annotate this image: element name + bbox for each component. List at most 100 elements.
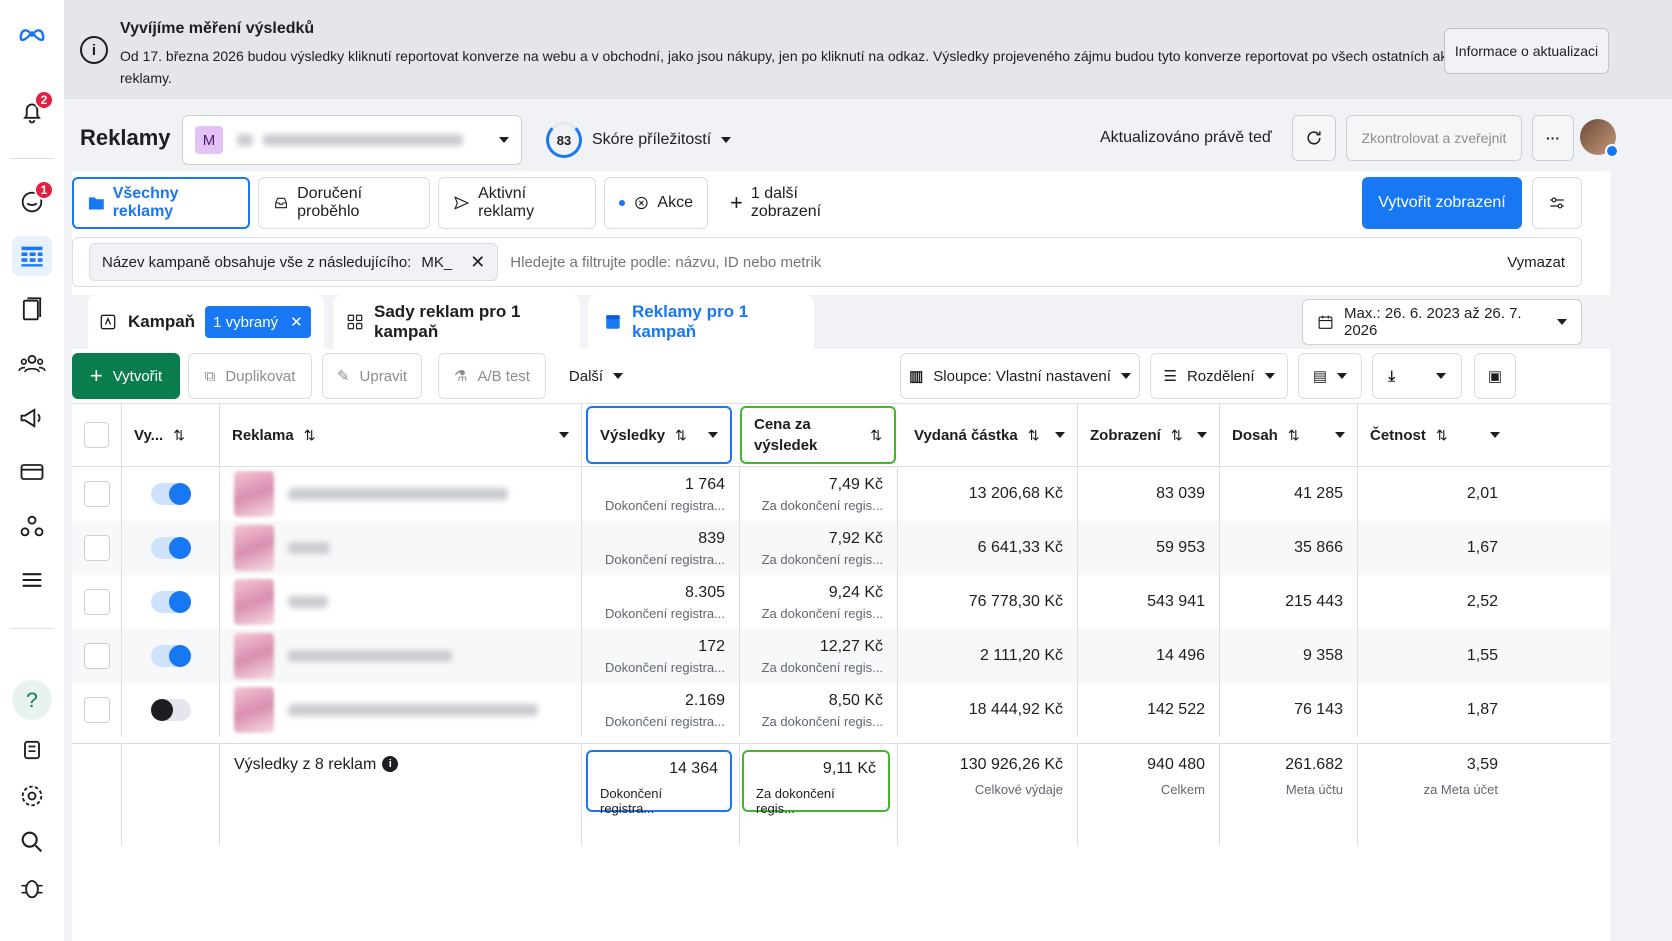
table-row[interactable]: 839 Dokončení registra... 7,92 Kč Za dokonč…: [72, 521, 1610, 575]
ad-name-blurred[interactable]: [288, 704, 538, 716]
chevron-down-icon[interactable]: [559, 432, 569, 438]
spent-value: 2 111,20 Kč: [979, 647, 1063, 664]
table-row[interactable]: 172 Dokončení registra... 12,27 Kč Za dokon…: [72, 629, 1610, 683]
chevron-down-icon[interactable]: [1197, 432, 1207, 438]
sort-icon[interactable]: ⇅: [173, 427, 185, 444]
update-info-button[interactable]: Informace o aktualizaci: [1444, 28, 1609, 74]
sort-icon[interactable]: ⇅: [1028, 427, 1040, 444]
amount-spent-column-header[interactable]: Vydaná částka ⇅: [902, 404, 1078, 466]
close-icon[interactable]: ✕: [470, 252, 485, 273]
duplicate-button[interactable]: ⧉ Duplikovat: [188, 353, 312, 399]
opportunity-score[interactable]: 83 Skóre příležitostí: [546, 117, 732, 163]
clear-filters-link[interactable]: Vymazat: [1507, 254, 1565, 271]
view-settings-button[interactable]: [1532, 177, 1582, 229]
info-icon[interactable]: i: [382, 756, 399, 772]
table-row[interactable]: 1 764 Dokončení registra... 7,49 Kč Za doko…: [72, 467, 1610, 521]
tab-more-views[interactable]: + 1 další zobrazení: [716, 177, 866, 229]
select-all-checkbox[interactable]: [84, 422, 109, 448]
more-actions-button[interactable]: Další: [558, 353, 634, 399]
ad-thumbnail[interactable]: [234, 471, 274, 517]
date-range-picker[interactable]: Max.: 26. 6. 2023 až 26. 7. 2026: [1302, 299, 1582, 345]
row-checkbox[interactable]: [83, 535, 110, 561]
row-checkbox[interactable]: [83, 481, 110, 507]
audiences-icon[interactable]: [12, 344, 52, 384]
refresh-button[interactable]: [1292, 115, 1336, 161]
menu-icon[interactable]: [12, 560, 52, 600]
ads-manager-table-icon[interactable]: [12, 236, 52, 276]
chevron-down-icon[interactable]: [1055, 432, 1065, 438]
business-network-icon[interactable]: [12, 506, 52, 546]
ad-name-blurred[interactable]: [288, 488, 508, 500]
row-checkbox[interactable]: [83, 697, 110, 723]
chevron-down-icon[interactable]: [1335, 432, 1345, 438]
reach-column-header[interactable]: Dosah ⇅: [1220, 404, 1358, 466]
ab-test-button[interactable]: ⚗ A/B test: [438, 353, 546, 399]
chevron-down-icon[interactable]: [708, 432, 718, 438]
tab-delivered[interactable]: Doručení proběhlo: [258, 177, 430, 229]
sort-icon[interactable]: ⇅: [304, 427, 316, 444]
chart-toggle-button[interactable]: ▣: [1474, 353, 1516, 399]
level-tab-ads[interactable]: Reklamy pro 1 kampaň: [588, 295, 814, 349]
account-selector[interactable]: M: [182, 115, 522, 165]
level-tab-adsets[interactable]: Sady reklam pro 1 kampaň: [334, 295, 580, 349]
impressions-column-header[interactable]: Zobrazení ⇅: [1078, 404, 1220, 466]
row-checkbox[interactable]: [83, 643, 110, 669]
table-row[interactable]: 8.305 Dokončení registra... 9,24 Kč Za doko…: [72, 575, 1610, 629]
create-view-button[interactable]: Vytvořit zobrazení: [1362, 177, 1522, 229]
cost-per-result-column-header[interactable]: Cena za výsledek ⇅: [740, 406, 896, 464]
export-button[interactable]: ⤓: [1372, 353, 1462, 399]
billing-card-icon[interactable]: [12, 452, 52, 492]
sort-icon[interactable]: ⇅: [870, 425, 882, 446]
delivery-toggle[interactable]: [150, 645, 191, 667]
level-tab-campaigns[interactable]: Kampaň 1 vybraný ✕: [88, 295, 324, 349]
close-icon[interactable]: ✕: [290, 313, 303, 331]
search-filter-input[interactable]: [510, 253, 1508, 271]
meta-logo-icon[interactable]: [12, 14, 52, 54]
delivery-toggle[interactable]: [150, 483, 191, 505]
tab-active-ads[interactable]: Aktivní reklamy: [438, 177, 596, 229]
reports-icon[interactable]: [12, 730, 52, 770]
results-column-header[interactable]: Výsledky ⇅: [586, 406, 732, 464]
help-icon[interactable]: ?: [12, 680, 52, 720]
frequency-column-header[interactable]: Četnost ⇅: [1358, 404, 1512, 466]
messages-icon[interactable]: 1: [12, 180, 54, 222]
delivery-toggle[interactable]: [150, 591, 191, 613]
ad-name-blurred[interactable]: [288, 596, 328, 608]
columns-button[interactable]: ▥ Sloupce: Vlastní nastavení: [900, 353, 1140, 399]
campaign-name-filter-chip[interactable]: Název kampaně obsahuje vše z následující…: [89, 243, 499, 281]
more-options-button[interactable]: ···: [1532, 115, 1574, 161]
sort-icon[interactable]: ⇅: [1171, 427, 1183, 444]
breakdown-button[interactable]: ☰ Rozdělení: [1150, 353, 1288, 399]
chevron-down-icon[interactable]: [1490, 432, 1500, 438]
tab-actions[interactable]: Akce: [604, 177, 708, 229]
notifications-icon[interactable]: 2: [12, 90, 54, 132]
user-avatar[interactable]: [1580, 119, 1619, 158]
ad-name-blurred[interactable]: [288, 542, 330, 554]
sort-icon[interactable]: ⇅: [1436, 427, 1448, 444]
delivery-toggle[interactable]: [150, 699, 191, 721]
search-icon[interactable]: [12, 822, 52, 862]
sort-icon[interactable]: ⇅: [675, 427, 687, 444]
table-row[interactable]: 2.169 Dokončení registra... 8,50 Kč Za doko…: [72, 683, 1610, 737]
ad-thumbnail[interactable]: [234, 633, 274, 679]
bug-report-icon[interactable]: [12, 868, 52, 908]
ad-thumbnail[interactable]: [234, 579, 274, 625]
ad-thumbnail[interactable]: [234, 687, 274, 733]
create-button[interactable]: + Vytvořit: [72, 353, 180, 399]
sort-icon[interactable]: ⇅: [1288, 427, 1300, 444]
pages-icon[interactable]: [12, 290, 52, 330]
toggle-knob: [150, 699, 173, 721]
delivery-column-header[interactable]: Vy... ⇅: [122, 404, 220, 466]
selected-count-chip[interactable]: 1 vybraný ✕: [205, 306, 311, 338]
settings-gear-icon[interactable]: [12, 776, 52, 816]
delivery-toggle[interactable]: [150, 537, 191, 559]
review-publish-button[interactable]: Zkontrolovat a zveřejnit: [1346, 115, 1522, 161]
row-checkbox[interactable]: [83, 589, 110, 615]
megaphone-icon[interactable]: [12, 398, 52, 438]
ad-column-header[interactable]: Reklama ⇅: [220, 404, 582, 466]
tab-all-ads[interactable]: Všechny reklamy: [72, 177, 250, 229]
reports-button[interactable]: ▤: [1298, 353, 1362, 399]
ad-name-blurred[interactable]: [288, 650, 452, 662]
edit-button[interactable]: ✎ Upravit: [322, 353, 422, 399]
ad-thumbnail[interactable]: [234, 525, 274, 571]
